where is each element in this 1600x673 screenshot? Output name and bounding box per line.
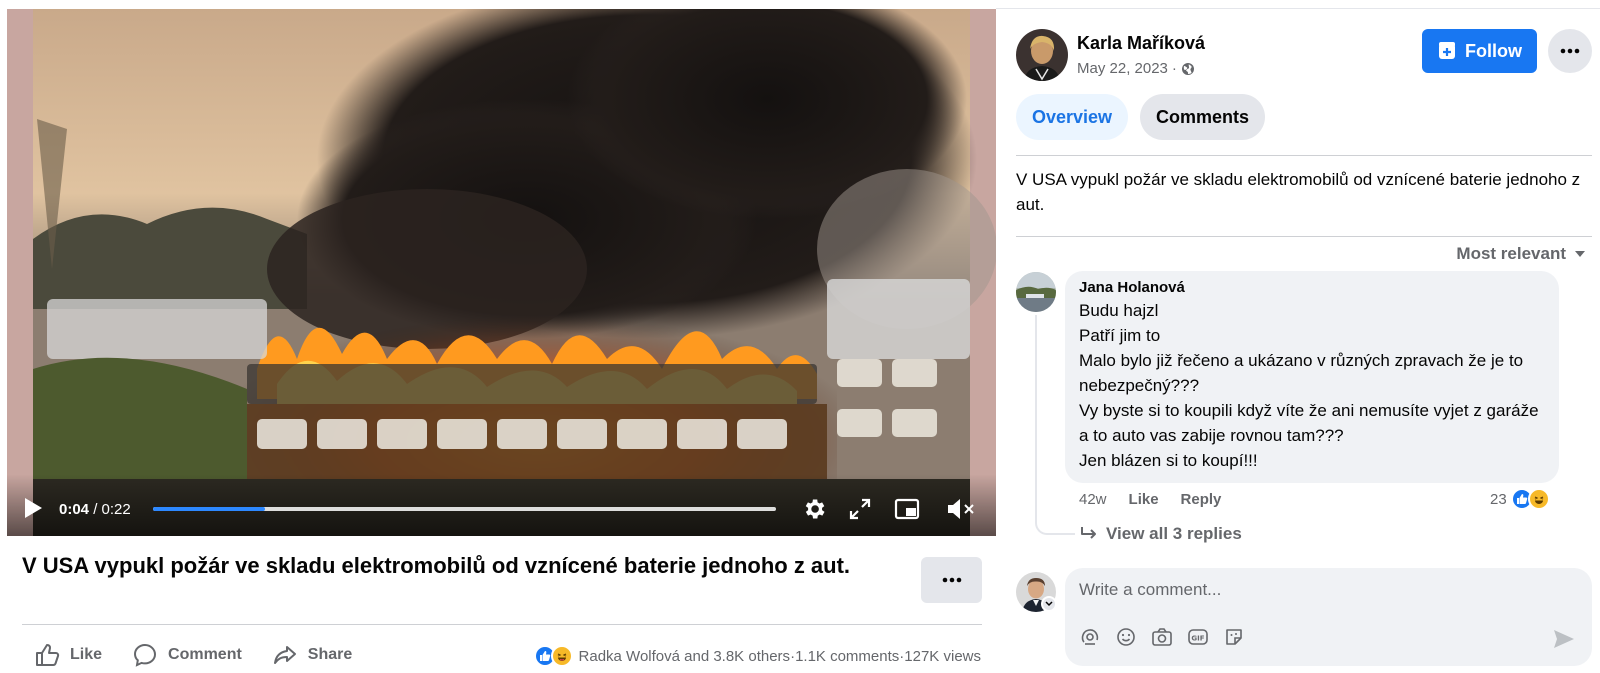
pip-icon bbox=[894, 498, 920, 520]
comment-text-line: Vy byste si to koupili když víte že ani … bbox=[1079, 401, 1544, 445]
send-comment-button[interactable] bbox=[1552, 628, 1576, 650]
comment-reactions[interactable]: 23 bbox=[1490, 488, 1556, 510]
video-duration: 0:22 bbox=[101, 501, 131, 518]
time-separator: / bbox=[89, 501, 102, 518]
chevron-down-icon bbox=[1045, 601, 1053, 607]
comment-text-line: Jen blázen si to koupí!!! bbox=[1079, 451, 1258, 470]
reply-arrow-icon bbox=[1081, 527, 1096, 539]
avatar-sticker-icon bbox=[1081, 629, 1099, 645]
share-arrow-icon bbox=[273, 646, 296, 664]
meta-dot: · bbox=[1171, 60, 1177, 77]
comment-bubble: Jana Holanová Budu hajzl Patří jim to Ma… bbox=[1065, 271, 1559, 483]
avatar-sticker-button[interactable] bbox=[1079, 626, 1101, 648]
tab-overview[interactable]: Overview bbox=[1016, 94, 1129, 140]
post-actions: Like Comment Share bbox=[34, 641, 382, 669]
video-progress-bar[interactable] bbox=[153, 507, 776, 511]
post-description: V USA vypukl požár ve skladu elektromobi… bbox=[1016, 170, 1581, 214]
mute-button[interactable] bbox=[945, 494, 977, 524]
view-replies-button[interactable]: View all 3 replies bbox=[1080, 524, 1242, 544]
commenter-avatar[interactable] bbox=[1016, 272, 1056, 312]
reactors-link[interactable]: Radka Wolfová and 3.8K others bbox=[579, 648, 791, 665]
sticker-button[interactable] bbox=[1223, 626, 1245, 648]
comment-sort-dropdown[interactable]: Most relevant bbox=[1456, 244, 1586, 264]
video-timestamp: 0:04 / 0:22 bbox=[59, 501, 131, 518]
comment-like-button[interactable]: Like bbox=[1129, 491, 1159, 508]
comment-reaction-count: 23 bbox=[1490, 490, 1507, 508]
gif-icon: GIF bbox=[1188, 629, 1208, 645]
reaction-icons[interactable] bbox=[533, 645, 573, 667]
comment-bubble-icon bbox=[134, 643, 157, 667]
like-button[interactable]: Like bbox=[34, 642, 102, 668]
haha-reaction-icon bbox=[550, 645, 573, 667]
sort-label: Most relevant bbox=[1456, 244, 1566, 263]
composer-tools: GIF bbox=[1079, 626, 1245, 648]
settings-button[interactable] bbox=[799, 494, 829, 524]
author-photo bbox=[1016, 29, 1068, 81]
view-replies-label: View all 3 replies bbox=[1106, 524, 1242, 543]
smiley-icon bbox=[1117, 628, 1135, 646]
play-button[interactable] bbox=[21, 496, 45, 520]
views-count: 127K views bbox=[904, 647, 981, 665]
post-meta: May 22, 2023 · bbox=[1077, 60, 1195, 77]
share-button[interactable]: Share bbox=[272, 642, 352, 668]
more-horizontal-icon bbox=[942, 577, 961, 583]
send-icon bbox=[1554, 630, 1574, 648]
post-title: V USA vypukl požár ve skladu elektromobi… bbox=[22, 553, 851, 578]
divider bbox=[1016, 155, 1592, 156]
tab-comments[interactable]: Comments bbox=[1140, 94, 1266, 140]
video-player[interactable]: 0:04 / 0:22 bbox=[7, 9, 996, 536]
photo-button[interactable] bbox=[1151, 626, 1173, 648]
comment-text-line: Budu hajzl bbox=[1079, 301, 1159, 320]
comment-reaction-icons bbox=[1510, 488, 1550, 510]
emoji-button[interactable] bbox=[1115, 626, 1137, 648]
add-friend-icon bbox=[1439, 42, 1455, 59]
comment-input[interactable] bbox=[1079, 578, 1559, 602]
globe-icon bbox=[1181, 62, 1194, 75]
svg-text:GIF: GIF bbox=[1191, 635, 1204, 643]
panel-top-border bbox=[996, 8, 1600, 9]
sticker-icon bbox=[1226, 629, 1242, 645]
commenter-photo bbox=[1016, 272, 1056, 312]
video-controls: 0:04 / 0:22 bbox=[7, 474, 996, 536]
comment-meta: 42w Like Reply bbox=[1079, 491, 1221, 508]
share-label: Share bbox=[307, 646, 353, 663]
caret-down-icon bbox=[1575, 251, 1585, 257]
camera-icon bbox=[1152, 628, 1172, 646]
post-date[interactable]: May 22, 2023 bbox=[1077, 60, 1168, 77]
like-label: Like bbox=[70, 646, 103, 663]
comment-reply-button[interactable]: Reply bbox=[1181, 491, 1222, 508]
author-options-button[interactable] bbox=[1548, 29, 1592, 73]
haha-reaction-icon bbox=[1527, 488, 1550, 510]
expand-icon bbox=[849, 498, 871, 520]
comments-count[interactable]: 1.1K comments bbox=[795, 648, 899, 665]
play-icon bbox=[25, 498, 42, 518]
more-horizontal-icon bbox=[1560, 48, 1580, 54]
gear-icon bbox=[805, 499, 825, 519]
follow-button[interactable]: Follow bbox=[1422, 29, 1537, 73]
current-time: 0:04 bbox=[59, 501, 90, 518]
follow-label: Follow bbox=[1465, 40, 1522, 61]
divider bbox=[22, 624, 982, 625]
comment-label: Comment bbox=[168, 646, 242, 663]
comment-text-line: Patří jim to bbox=[1079, 326, 1161, 345]
comment-button[interactable]: Comment bbox=[132, 642, 242, 668]
comment-composer: GIF bbox=[1065, 568, 1592, 666]
video-frame bbox=[7, 9, 996, 536]
author-name[interactable]: Karla Maříková bbox=[1077, 33, 1205, 54]
divider bbox=[1016, 236, 1592, 237]
thumbs-up-icon bbox=[36, 644, 60, 666]
post-stats: Radka Wolfová and 3.8K others · 1.1K com… bbox=[533, 645, 981, 667]
fullscreen-button[interactable] bbox=[845, 494, 875, 524]
speaker-muted-icon bbox=[948, 499, 974, 519]
comment-age[interactable]: 42w bbox=[1079, 491, 1107, 508]
comment-text-line: Malo bylo již řečeno a ukázano v různých… bbox=[1079, 351, 1528, 395]
post-options-button[interactable] bbox=[921, 557, 982, 603]
video-progress-fill bbox=[153, 507, 266, 511]
profile-switch-button[interactable] bbox=[1041, 596, 1057, 612]
picture-in-picture-button[interactable] bbox=[892, 494, 922, 524]
commenter-name[interactable]: Jana Holanová bbox=[1079, 278, 1545, 298]
gif-button[interactable]: GIF bbox=[1187, 626, 1209, 648]
author-avatar[interactable] bbox=[1016, 29, 1068, 81]
